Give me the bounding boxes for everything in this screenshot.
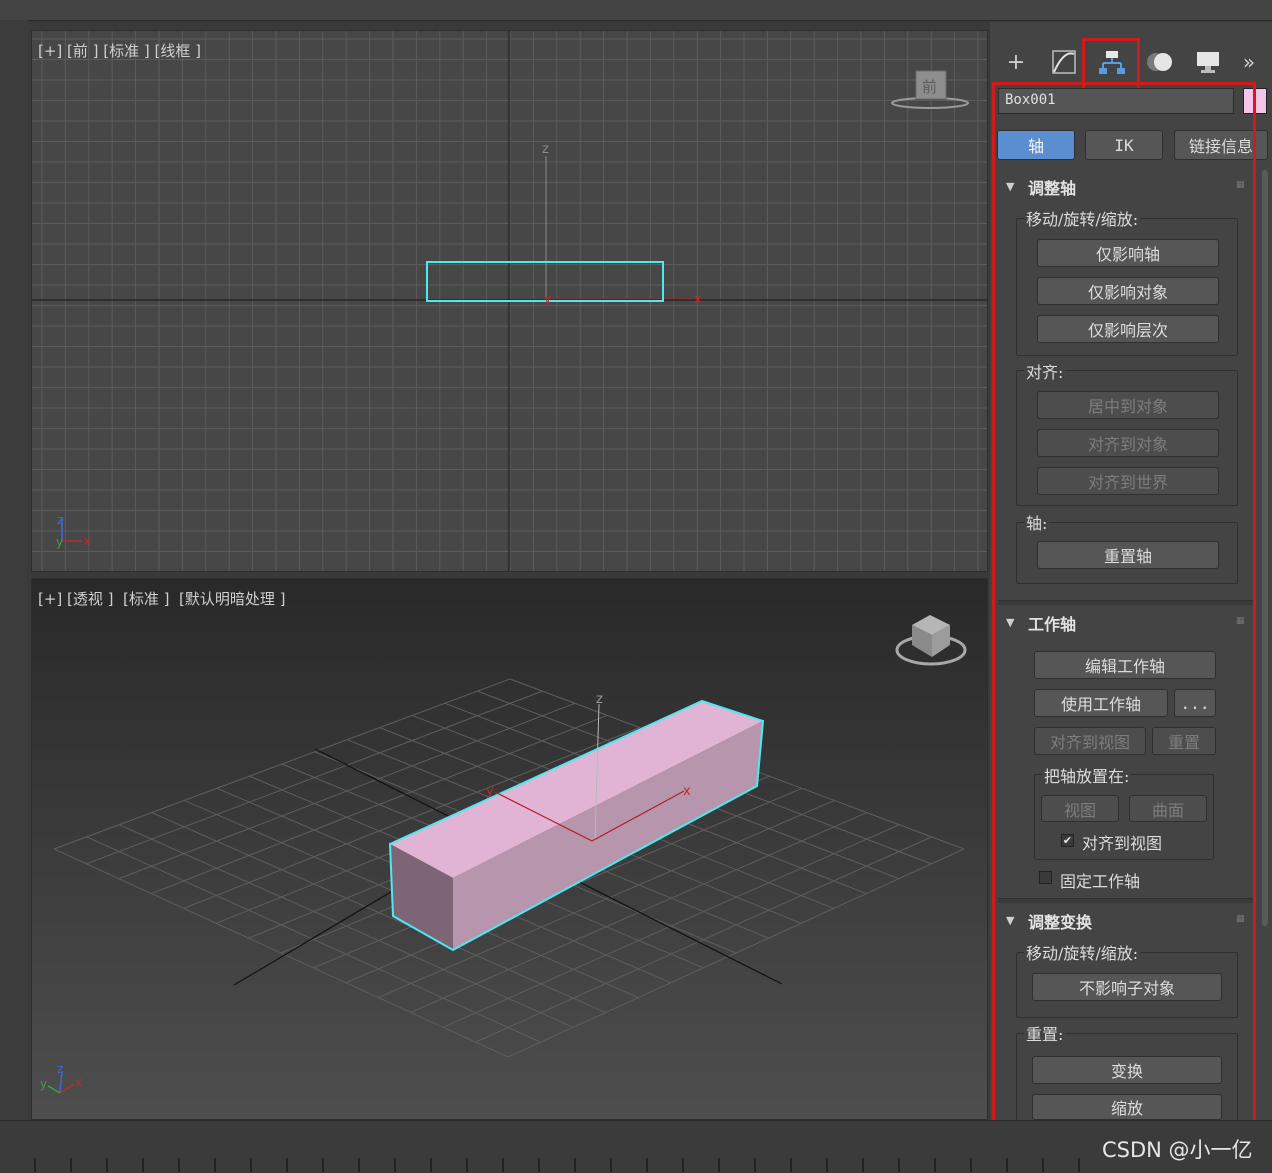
left-viewport-strip bbox=[0, 20, 28, 1120]
gizmo-y-label: y bbox=[544, 292, 551, 306]
perspective-viewport[interactable]: z x y z y x [+] [透视 ] [标准 ] [默认明暗处理 ] bbox=[31, 578, 988, 1120]
gizmo-z-label: z bbox=[542, 142, 549, 157]
front-viewport-label[interactable]: [+] [前 ] [标准 ] [线框 ] bbox=[38, 40, 201, 61]
create-tab-icon[interactable]: + bbox=[998, 45, 1034, 79]
watermark-text: CSDN @小一亿 bbox=[1102, 1138, 1253, 1162]
command-panel-scrollbar[interactable] bbox=[1262, 170, 1268, 926]
svg-text:x: x bbox=[84, 534, 91, 548]
gizmo-x-label: x bbox=[683, 784, 691, 799]
motion-tab-icon[interactable] bbox=[1142, 45, 1178, 79]
svg-text:z: z bbox=[57, 1062, 63, 1076]
panel-highlight-frame bbox=[992, 82, 1256, 1128]
svg-text:z: z bbox=[57, 513, 63, 527]
viewcube-perspective[interactable] bbox=[895, 615, 967, 666]
timeline-ruler[interactable] bbox=[0, 1158, 1100, 1172]
display-monitor-icon bbox=[1197, 52, 1219, 73]
modify-curve-icon bbox=[1052, 50, 1076, 74]
front-viewport[interactable]: z x y 前 z y x [+] [前 ] [标准 ] [线框 ] bbox=[31, 30, 988, 572]
gizmo-x-label: x bbox=[694, 292, 702, 307]
perspective-viewport-label[interactable]: [+] [透视 ] [标准 ] [默认明暗处理 ] bbox=[38, 588, 286, 609]
more-tabs-icon[interactable]: » bbox=[1234, 45, 1264, 79]
viewcube-front-label: 前 bbox=[922, 78, 937, 96]
motion-circle-icon bbox=[1147, 53, 1172, 71]
front-viewport-grid: z x y 前 z y x bbox=[32, 31, 987, 571]
gizmo-y-label: y bbox=[486, 784, 494, 799]
svg-text:y: y bbox=[40, 1077, 47, 1091]
svg-text:x: x bbox=[75, 1075, 82, 1089]
svg-text:y: y bbox=[56, 535, 63, 549]
perspective-viewport-scene: z x y z y x bbox=[40, 615, 967, 1094]
modify-tab-icon[interactable] bbox=[1046, 45, 1082, 79]
display-tab-icon[interactable] bbox=[1190, 45, 1226, 79]
menu-bar bbox=[0, 0, 1272, 21]
viewcube-front[interactable]: 前 bbox=[891, 70, 969, 109]
gizmo-z-label: z bbox=[596, 692, 603, 707]
axis-tripod-perspective: z y x bbox=[40, 1062, 82, 1094]
